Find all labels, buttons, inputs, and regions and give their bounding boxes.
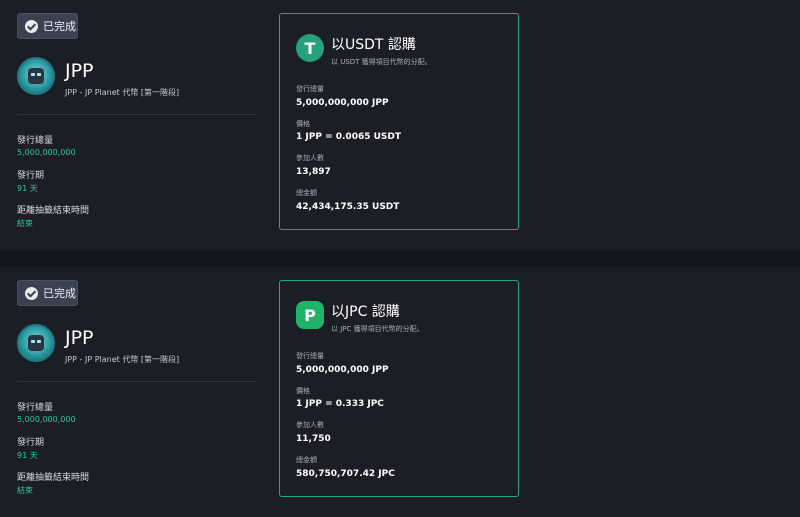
- stat-value-period: 91 天: [17, 184, 38, 193]
- token-subtitle: JPP - JP Planet 代幣 [第一階段]: [65, 355, 180, 364]
- row-value-participants: 13,897: [296, 167, 331, 177]
- row-value-total: 42,434,175.35 USDT: [296, 202, 400, 212]
- divider: [17, 381, 257, 382]
- stat-label-total-supply: 發行總量: [17, 403, 54, 413]
- row-label-participants: 參加人數: [296, 154, 324, 162]
- stat-label-period: 發行期: [17, 171, 45, 181]
- token-name: JPP: [65, 327, 94, 349]
- card-description: 以 USDT 獲得項目代幣的分配。: [331, 58, 432, 66]
- row-label-total: 總金額: [296, 189, 317, 197]
- token-logo-icon: [17, 57, 55, 95]
- stat-label-period: 發行期: [17, 438, 45, 448]
- card-title: 以JPC 認購: [331, 304, 400, 320]
- status-badge: 已完成: [17, 280, 78, 306]
- stat-value-period: 91 天: [17, 451, 38, 460]
- card-title: 以USDT 認購: [331, 37, 416, 53]
- stat-label-countdown: 距離抽籤結束時間: [17, 473, 90, 483]
- row-label-price: 價格: [296, 387, 310, 395]
- token-logo-icon: [17, 324, 55, 362]
- row-label-participants: 參加人數: [296, 421, 324, 429]
- subscribe-card[interactable]: T 以USDT 認購 以 USDT 獲得項目代幣的分配。 發行總量 5,000,…: [279, 13, 519, 230]
- campaign-panel: 已完成 JPP JPP - JP Planet 代幣 [第一階段] 發行總量 5…: [0, 0, 800, 250]
- stat-value-countdown: 結束: [17, 219, 33, 228]
- tether-icon: T: [296, 34, 324, 62]
- row-label-supply: 發行總量: [296, 352, 324, 360]
- stat-label-countdown: 距離抽籤結束時間: [17, 206, 90, 216]
- jpc-icon: P: [296, 301, 324, 329]
- row-value-total: 580,750,707.42 JPC: [296, 469, 395, 479]
- status-badge: 已完成: [17, 13, 78, 39]
- check-circle-icon: [25, 19, 38, 33]
- stat-label-total-supply: 發行總量: [17, 136, 54, 146]
- card-description: 以 JPC 獲得項目代幣的分配。: [331, 325, 424, 333]
- token-name: JPP: [65, 60, 94, 82]
- check-circle-icon: [25, 286, 38, 300]
- divider: [17, 114, 257, 115]
- row-value-participants: 11,750: [296, 434, 331, 444]
- row-value-price: 1 JPP = 0.0065 USDT: [296, 132, 402, 142]
- subscribe-card[interactable]: P 以JPC 認購 以 JPC 獲得項目代幣的分配。 發行總量 5,000,00…: [279, 280, 519, 497]
- status-label: 已完成: [43, 20, 76, 33]
- token-subtitle: JPP - JP Planet 代幣 [第一階段]: [65, 88, 180, 97]
- status-label: 已完成: [43, 287, 76, 300]
- row-label-price: 價格: [296, 120, 310, 128]
- row-value-supply: 5,000,000,000 JPP: [296, 365, 389, 375]
- stat-value-total-supply: 5,000,000,000: [17, 415, 76, 424]
- campaign-panel: 已完成 JPP JPP - JP Planet 代幣 [第一階段] 發行總量 5…: [0, 267, 800, 517]
- row-value-price: 1 JPP = 0.333 JPC: [296, 399, 384, 409]
- row-label-supply: 發行總量: [296, 85, 324, 93]
- stat-value-total-supply: 5,000,000,000: [17, 148, 76, 157]
- row-value-supply: 5,000,000,000 JPP: [296, 98, 389, 108]
- row-label-total: 總金額: [296, 456, 317, 464]
- stat-value-countdown: 結束: [17, 486, 33, 495]
